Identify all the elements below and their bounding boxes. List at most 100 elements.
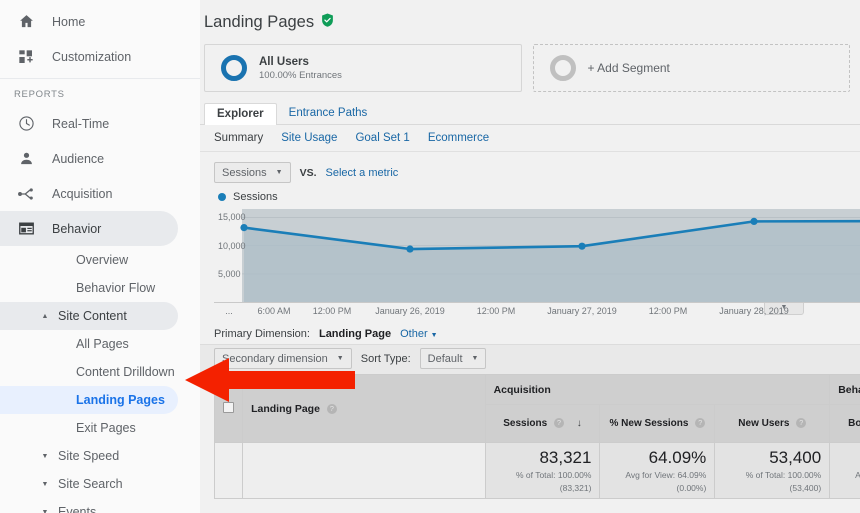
column-header-new-sessions-pct[interactable]: % New Sessions ? xyxy=(600,405,715,443)
sidebar-item-label: Site Search xyxy=(58,477,123,491)
summary-checkbox-cell xyxy=(215,443,243,499)
summary-value: 53,400 xyxy=(723,448,821,468)
data-table-container: Landing Page ? Acquisition Behavior Sess… xyxy=(214,374,860,499)
secondary-dimension-dropdown[interactable]: Secondary dimension ▼ xyxy=(214,348,352,369)
select-all-checkbox[interactable] xyxy=(223,402,234,413)
sessions-line-chart xyxy=(214,209,860,302)
select-all-cell[interactable] xyxy=(215,375,243,443)
help-icon[interactable]: ? xyxy=(695,418,705,428)
subtab-summary[interactable]: Summary xyxy=(214,132,263,144)
summary-sub1: Avg for View: 72.30% xyxy=(838,470,860,481)
chevron-down-icon: ▼ xyxy=(431,332,438,339)
sidebar-item-acquisition[interactable]: Acquisition xyxy=(0,176,178,211)
y-tick-label: 10,000 xyxy=(218,241,246,251)
sidebar-item-label: Site Speed xyxy=(58,449,119,463)
help-icon[interactable]: ? xyxy=(796,418,806,428)
sidebar-item-landing-pages[interactable]: Landing Pages xyxy=(0,386,178,414)
table-summary-row: 83,321 % of Total: 100.00% (83,321) 64.0… xyxy=(215,443,860,499)
help-icon[interactable]: ? xyxy=(554,418,564,428)
column-label: New Users xyxy=(738,418,789,429)
summary-cell-new-users: 53,400 % of Total: 100.00% (53,400) xyxy=(715,443,830,499)
sidebar-item-site-content[interactable]: ▲ Site Content xyxy=(0,302,178,330)
sidebar-item-events[interactable]: ▼ Events xyxy=(0,498,178,513)
customization-icon xyxy=(14,45,38,69)
segment-detail: 100.00% Entrances xyxy=(259,70,342,81)
subtab-goal-set-1[interactable]: Goal Set 1 xyxy=(355,132,409,144)
sidebar-item-audience[interactable]: Audience xyxy=(0,141,178,176)
column-label: Sessions xyxy=(503,418,547,429)
group-header-acquisition: Acquisition xyxy=(485,375,830,405)
segment-name: All Users xyxy=(259,56,342,68)
tab-explorer[interactable]: Explorer xyxy=(204,103,277,125)
summary-label-cell xyxy=(243,443,486,499)
sidebar-item-real-time[interactable]: Real-Time xyxy=(0,106,178,141)
column-label: % New Sessions xyxy=(610,418,689,429)
caret-up-icon: ▲ xyxy=(38,313,52,320)
primary-dimension-row: Primary Dimension: Landing Page Other ▼ xyxy=(200,322,860,344)
sidebar-item-label: Exit Pages xyxy=(76,421,136,435)
primary-dimension-value[interactable]: Landing Page xyxy=(319,328,391,340)
sidebar-item-label: Customization xyxy=(52,50,131,64)
summary-cell-bounce-rate: 72.30% Avg for View: 72.30% (0.00%) xyxy=(830,443,860,499)
summary-value: 83,321 xyxy=(494,448,592,468)
sidebar-item-label: Content Drilldown xyxy=(76,365,175,379)
landing-pages-table: Landing Page ? Acquisition Behavior Sess… xyxy=(214,374,860,499)
sidebar-item-home[interactable]: Home xyxy=(0,4,178,39)
sidebar-item-behavior-flow[interactable]: Behavior Flow xyxy=(0,274,178,302)
tab-bar: Explorer Entrance Paths xyxy=(200,102,860,125)
sidebar-item-label: Landing Pages xyxy=(76,393,165,407)
chart-container: Sessions 15,000 10,000 5,000 ▼ ...6:00 A… xyxy=(200,189,860,322)
sort-type-dropdown[interactable]: Default ▼ xyxy=(420,348,487,369)
column-label: Bounce Rate xyxy=(848,418,860,429)
x-tick-label: 6:00 AM xyxy=(257,306,290,316)
sidebar-item-customization[interactable]: Customization xyxy=(0,39,178,74)
segment-all-users[interactable]: All Users 100.00% Entrances xyxy=(204,44,522,92)
summary-sub2: (0.00%) xyxy=(608,483,706,494)
x-tick-label: 12:00 PM xyxy=(313,306,352,316)
sidebar-item-overview[interactable]: Overview xyxy=(0,246,178,274)
column-header-sessions[interactable]: Sessions ? ↓ xyxy=(485,405,600,443)
summary-cell-sessions: 83,321 % of Total: 100.00% (83,321) xyxy=(485,443,600,499)
dimension-header-label: Landing Page xyxy=(251,403,320,415)
group-label: Behavior xyxy=(838,384,860,396)
sidebar-item-label: Audience xyxy=(52,152,104,166)
sidebar-item-label: Acquisition xyxy=(52,187,112,201)
column-header-bounce-rate[interactable]: Bounce Rate ? xyxy=(830,405,860,443)
add-segment-button[interactable]: + Add Segment xyxy=(533,44,851,92)
group-label: Acquisition xyxy=(494,384,551,396)
sidebar-item-behavior[interactable]: Behavior xyxy=(0,211,178,246)
other-dimension-link[interactable]: Other ▼ xyxy=(400,328,438,340)
table-group-header-row: Landing Page ? Acquisition Behavior xyxy=(215,375,860,405)
metric-dropdown[interactable]: Sessions ▼ xyxy=(214,162,291,183)
sidebar-item-label: All Pages xyxy=(76,337,129,351)
subtab-ecommerce[interactable]: Ecommerce xyxy=(428,132,489,144)
home-icon xyxy=(14,10,38,34)
other-label: Other xyxy=(400,328,428,340)
metric-selector-row: Sessions ▼ VS. Select a metric xyxy=(200,152,860,189)
tab-entrance-paths[interactable]: Entrance Paths xyxy=(277,103,380,124)
sort-type-label: Sort Type: xyxy=(361,353,411,365)
summary-sub1: Avg for View: 64.09% xyxy=(608,470,706,481)
metric-dropdown-value: Sessions xyxy=(222,167,267,179)
chart-plot-area[interactable]: 15,000 10,000 5,000 xyxy=(214,209,860,302)
primary-dimension-label: Primary Dimension: xyxy=(214,328,310,340)
summary-value: 64.09% xyxy=(608,448,706,468)
sidebar-item-site-speed[interactable]: ▼ Site Speed xyxy=(0,442,178,470)
help-icon[interactable]: ? xyxy=(327,404,337,414)
subtab-site-usage[interactable]: Site Usage xyxy=(281,132,337,144)
sidebar-item-exit-pages[interactable]: Exit Pages xyxy=(0,414,178,442)
sidebar-item-content-drilldown[interactable]: Content Drilldown xyxy=(0,358,178,386)
sidebar-item-label: Real-Time xyxy=(52,117,109,131)
select-metric-link[interactable]: Select a metric xyxy=(326,167,399,179)
sidebar-item-all-pages[interactable]: All Pages xyxy=(0,330,178,358)
sidebar-item-site-search[interactable]: ▼ Site Search xyxy=(0,470,178,498)
x-tick-label: 12:00 PM xyxy=(649,306,688,316)
sidebar-section-label: REPORTS xyxy=(0,78,200,106)
main-content: Landing Pages All Users 100.00% Entrance… xyxy=(200,0,860,513)
sidebar-item-label: Overview xyxy=(76,253,128,267)
summary-sub2: (83,321) xyxy=(494,483,592,494)
x-tick-label: ... xyxy=(225,306,233,316)
column-header-new-users[interactable]: New Users ? xyxy=(715,405,830,443)
dimension-header-cell[interactable]: Landing Page ? xyxy=(243,375,486,443)
chevron-down-icon: ▼ xyxy=(276,169,283,176)
